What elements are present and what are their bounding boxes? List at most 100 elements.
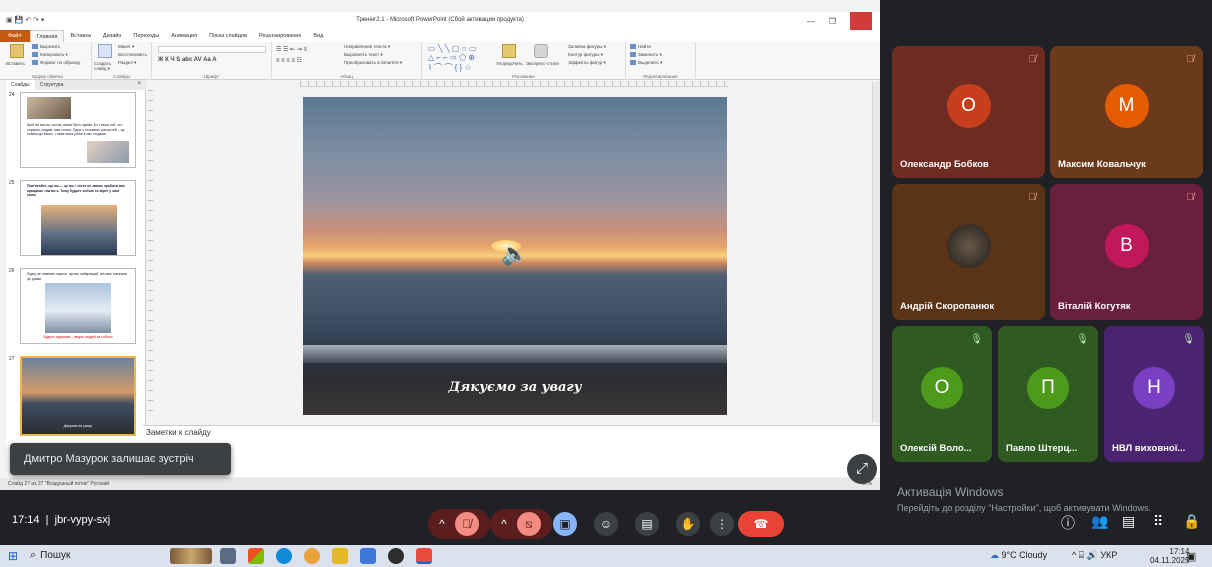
- replace-button[interactable]: Заменить ▾: [630, 52, 662, 58]
- tab-view[interactable]: Вид: [307, 30, 329, 42]
- taskbar-search[interactable]: ⌕ Пошук: [30, 549, 160, 565]
- present-button[interactable]: ▣: [553, 512, 577, 536]
- camera-control[interactable]: ^ ⧅: [490, 509, 552, 539]
- chevron-up-icon[interactable]: ^: [501, 517, 507, 531]
- align-buttons[interactable]: ≡ ≡ ≡ ≡ ☷: [276, 57, 302, 64]
- chrome-active-icon[interactable]: [416, 548, 432, 564]
- format-painter-button[interactable]: Формат по образцу: [32, 60, 80, 66]
- task-view-icon[interactable]: [220, 548, 236, 564]
- slide-scrollbar[interactable]: [872, 82, 880, 422]
- shape-fill-button[interactable]: Заливка фигуры ▾: [568, 44, 606, 50]
- tab-insert[interactable]: Вставка: [64, 30, 96, 42]
- chevron-up-icon[interactable]: ^: [439, 517, 445, 531]
- windows-start-icon[interactable]: ⊞: [8, 549, 18, 563]
- tab-animation[interactable]: Анимация: [165, 30, 203, 42]
- widget-icon[interactable]: [170, 548, 212, 564]
- mic-control[interactable]: ^ 🎙̸: [428, 509, 490, 539]
- weather-widget[interactable]: ☁ 9°C Cloudy: [990, 550, 1047, 561]
- participant-tile[interactable]: 🎙̸ О Олександр Бобков: [892, 46, 1045, 178]
- slide-thumbnail-26[interactable]: Лідер не повинен казати, що він найкращи…: [20, 268, 136, 344]
- fullscreen-expand-button[interactable]: ⤢: [847, 454, 877, 484]
- find-icon: [630, 44, 636, 50]
- find-button[interactable]: Найти: [630, 44, 651, 50]
- tab-transitions[interactable]: Переходы: [127, 30, 165, 42]
- activities-icon[interactable]: ⠿: [1153, 513, 1163, 530]
- align-text-button[interactable]: Выровнять текст ▾: [344, 52, 383, 58]
- tab-slides[interactable]: Слайды: [6, 80, 35, 90]
- copy-button[interactable]: Копировать ▾: [32, 52, 68, 58]
- edge-icon[interactable]: [276, 548, 292, 564]
- minimize-icon[interactable]: —: [807, 17, 815, 26]
- file-explorer-icon[interactable]: [332, 548, 348, 564]
- tab-file[interactable]: Файл: [0, 30, 30, 42]
- expand-icon: ⤢: [855, 460, 868, 477]
- select-button[interactable]: Выделить ▾: [630, 60, 662, 66]
- quick-styles-icon[interactable]: [534, 44, 548, 58]
- info-icon[interactable]: ⓘ: [1061, 513, 1075, 533]
- section-button[interactable]: Раздел ▾: [118, 60, 136, 66]
- arrange-icon[interactable]: [502, 44, 516, 58]
- slide-thumbnail-25[interactable]: Пам'ятайте, що ви — це ви, і ніхто не зм…: [20, 180, 136, 256]
- new-slide-icon[interactable]: [98, 44, 112, 58]
- tab-design[interactable]: Дизайн: [97, 30, 128, 42]
- paste-button[interactable]: Вставить: [6, 61, 25, 66]
- host-controls-icon[interactable]: 🔒: [1183, 513, 1200, 530]
- brush-icon: [32, 60, 38, 66]
- people-icon[interactable]: 👥: [1091, 513, 1108, 530]
- layout-button[interactable]: Макет ▾: [118, 44, 134, 50]
- close-icon[interactable]: [850, 12, 872, 30]
- raise-hand-button[interactable]: ✋: [676, 512, 700, 536]
- tab-review[interactable]: Рецензирование: [253, 30, 307, 42]
- camera-off-icon[interactable]: ⧅: [516, 512, 541, 536]
- scissors-icon: [32, 44, 38, 50]
- language-indicator[interactable]: УКР: [1100, 550, 1117, 560]
- panel-close-icon[interactable]: ×: [137, 81, 141, 87]
- captions-button[interactable]: ▤: [635, 512, 659, 536]
- font-style-buttons[interactable]: Ж К Ч S abc AV Aa A: [158, 57, 217, 63]
- shape-effects-button[interactable]: Эффекты фигур ▾: [568, 60, 606, 66]
- windows-taskbar: ⊞ ⌕ Пошук ☁ 9°C Cloudy ^ ⌸ 🔊 УКР 17:14 04.…: [0, 545, 1212, 567]
- participant-tile[interactable]: 🎙 Н НВЛ виховної...: [1104, 326, 1204, 462]
- mic-off-icon[interactable]: 🎙̸: [454, 512, 479, 536]
- participant-tile[interactable]: 🎙̸ В Віталій Когутяк: [1050, 184, 1203, 320]
- paste-icon[interactable]: [10, 44, 24, 58]
- avatar: О: [946, 84, 991, 128]
- shape-outline-button[interactable]: Контур фигуры ▾: [568, 52, 603, 58]
- notifications-icon[interactable]: ▣: [1186, 550, 1196, 563]
- participant-tile[interactable]: 🎙̸ М Максим Ковальчук: [1050, 46, 1203, 178]
- quick-styles-button[interactable]: Экспресс-стили: [526, 61, 559, 66]
- list-buttons[interactable]: ☰ ☰ ⇤ ⇥ ≡: [276, 46, 307, 53]
- mic-muted-icon: 🎙̸: [1028, 192, 1037, 203]
- more-options-button[interactable]: ⋮: [710, 512, 734, 536]
- tab-outline[interactable]: Структура: [35, 80, 69, 90]
- restore-icon[interactable]: ❐: [829, 17, 836, 26]
- tab-slideshow[interactable]: Показ слайдов: [203, 30, 253, 42]
- reactions-button[interactable]: ☺: [594, 512, 618, 536]
- group-label: Рисование: [512, 74, 535, 79]
- participant-tile[interactable]: 🎙 О Олексій Воло...: [892, 326, 992, 462]
- shapes-gallery[interactable]: ▭ ╲ ╲ ▢ ○ ▭ △ ⌐ ⌐ ⇨ ⬠ ⊕ ⌇ ⌒ ⌒ { } ☆: [428, 44, 476, 73]
- chat-icon[interactable]: ▤: [1122, 513, 1135, 530]
- copilot-icon[interactable]: [248, 548, 264, 564]
- participant-tile[interactable]: 🎙̸ Андрій Скоропанюк: [892, 184, 1045, 320]
- text-direction-button[interactable]: Направление текста ▾: [344, 44, 390, 50]
- current-slide[interactable]: 🔈 Дякуємо за увагу: [303, 97, 727, 415]
- font-name-input[interactable]: [158, 46, 266, 53]
- app-icon[interactable]: [388, 548, 404, 564]
- tray-icons[interactable]: ^ ⌸ 🔊 УКР: [1072, 550, 1117, 561]
- new-slide-button[interactable]: Создать слайд ▾: [94, 61, 116, 72]
- participant-tile[interactable]: 🎙 П Павло Штерц...: [998, 326, 1098, 462]
- taskbar-clock[interactable]: 17:14 04.11.2025: [1150, 547, 1189, 565]
- reset-button[interactable]: Восстановить: [118, 52, 147, 57]
- tab-home[interactable]: Главная: [29, 30, 65, 42]
- slide-thumbnail-24[interactable]: Щоб ви могли, хотіли, вміли бути гідним.…: [20, 92, 136, 168]
- audio-icon[interactable]: 🔈: [501, 241, 528, 267]
- cut-button[interactable]: Вырезать: [32, 44, 60, 50]
- smartart-button[interactable]: Преобразовать в SmartArt ▾: [344, 60, 402, 66]
- leave-call-button[interactable]: ☎: [738, 511, 784, 537]
- store-icon[interactable]: [360, 548, 376, 564]
- arrange-button[interactable]: Упорядочить: [496, 61, 523, 66]
- chrome-icon[interactable]: [304, 548, 320, 564]
- slide-thumbnail-27-selected[interactable]: Дякуємо за увагу: [20, 356, 136, 436]
- notes-pane[interactable]: Заметки к слайду: [143, 425, 880, 477]
